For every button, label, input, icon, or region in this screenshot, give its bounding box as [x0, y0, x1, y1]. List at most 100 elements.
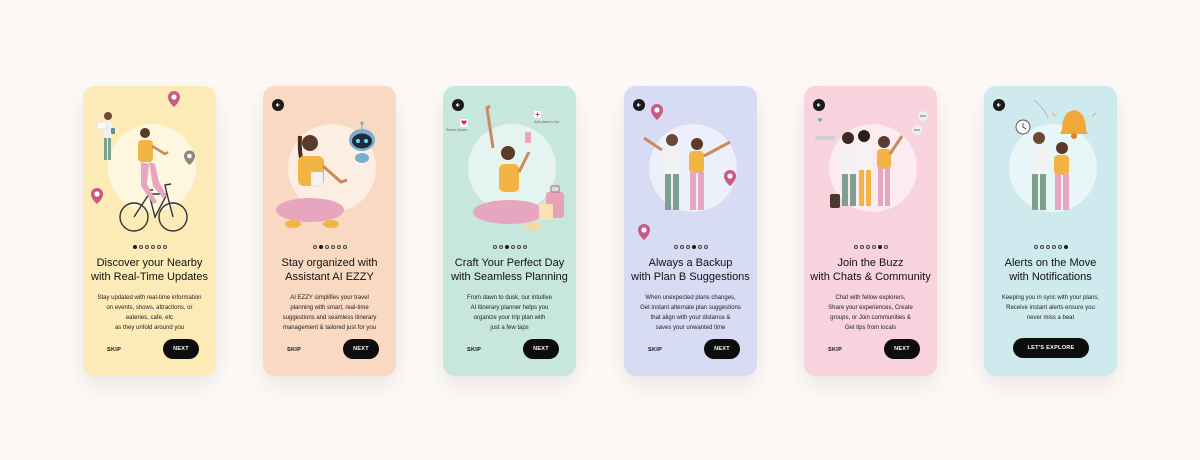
- pagination-dots: [804, 245, 937, 249]
- heart-icon: [460, 119, 468, 127]
- screen-description: When unexpected plans changes, Get insta…: [640, 295, 741, 331]
- onboarding-card-plan-b: Always a Backup with Plan B Suggestions …: [624, 86, 757, 376]
- couple-cheering-figure: [643, 134, 731, 210]
- illustration-plan-b: [624, 86, 757, 246]
- page-dot-2[interactable]: [1039, 245, 1044, 249]
- screen-title: Discover your Nearby with Real-Time Upda…: [91, 257, 208, 283]
- page-dot-5[interactable]: [697, 245, 702, 249]
- onboarding-card-plan-day: Saved places Add place to list Craft You…: [443, 86, 576, 376]
- page-dot-6[interactable]: [1063, 245, 1068, 249]
- location-pin-icon: [638, 224, 650, 240]
- plus-icon: [534, 111, 541, 118]
- illustration-assistant: [263, 86, 396, 246]
- suitcase-icon: [539, 185, 564, 220]
- pagination-dots: [984, 245, 1117, 249]
- screen-description: Chat with fellow explorers, Share your e…: [828, 295, 913, 331]
- location-pin-icon: [168, 91, 180, 107]
- page-dot-3[interactable]: [1045, 245, 1050, 249]
- woman-with-tablet-figure: [276, 135, 348, 228]
- woman-cyclist-figure: [138, 128, 169, 204]
- pagination-dots: [263, 245, 396, 249]
- clock-icon: [1015, 119, 1031, 135]
- page-dot-5[interactable]: [156, 245, 161, 249]
- page-dot-6[interactable]: [883, 245, 888, 249]
- screen-title: Alerts on the Move with Notifications: [1004, 257, 1097, 283]
- page-dot-1[interactable]: [1033, 245, 1038, 249]
- page-dot-1[interactable]: [312, 245, 317, 249]
- illustration-discover: [83, 86, 216, 246]
- page-dot-6[interactable]: [522, 245, 527, 249]
- woman-selfie-figure: [473, 104, 545, 230]
- onboarding-card-community: Join the Buzz with Chats & Community Cha…: [804, 86, 937, 376]
- page-dot-4[interactable]: [510, 245, 515, 249]
- page-dot-4[interactable]: [871, 245, 876, 249]
- skip-button[interactable]: SKIP: [107, 347, 121, 353]
- page-dot-4[interactable]: [1051, 245, 1056, 249]
- chat-bubble-icon: [815, 118, 835, 140]
- page-dot-2[interactable]: [679, 245, 684, 249]
- screen-description: Stay updated with real-time information …: [97, 295, 202, 331]
- skip-button[interactable]: SKIP: [648, 347, 662, 353]
- page-dot-3[interactable]: [685, 245, 690, 249]
- couple-with-phones-figure: [1031, 132, 1069, 210]
- page-dot-3[interactable]: [144, 245, 149, 249]
- onboarding-showcase: { "colors": { "card1": "#fcebb6", "card2…: [0, 0, 1200, 460]
- onboarding-card-assistant: Stay organized with Assistant AI EZZY AI…: [263, 86, 396, 376]
- screen-description: From dawn to dusk, our intuitive AI itin…: [466, 295, 553, 331]
- screen-title: Always a Backup with Plan B Suggestions: [631, 257, 750, 283]
- page-dot-5[interactable]: [516, 245, 521, 249]
- page-dot-4[interactable]: [691, 245, 696, 249]
- page-dot-6[interactable]: [342, 245, 347, 249]
- next-button[interactable]: NEXT: [704, 339, 740, 359]
- saved-places-label: Saved places: [446, 128, 468, 132]
- illustration-alerts: [984, 86, 1117, 246]
- page-dot-2[interactable]: [859, 245, 864, 249]
- onboarding-card-discover: Discover your Nearby with Real-Time Upda…: [83, 86, 216, 376]
- page-dot-6[interactable]: [703, 245, 708, 249]
- skip-button[interactable]: SKIP: [828, 347, 842, 353]
- robot-assistant-icon: [349, 121, 375, 163]
- location-pin-icon: [184, 150, 195, 165]
- pagination-dots: [443, 245, 576, 249]
- friends-group-figure: [830, 130, 904, 208]
- page-dot-3[interactable]: [865, 245, 870, 249]
- page-dot-5[interactable]: [1057, 245, 1062, 249]
- pagination-dots: [83, 245, 216, 249]
- location-pin-icon: [651, 104, 663, 120]
- page-dot-2[interactable]: [318, 245, 323, 249]
- page-dot-1[interactable]: [853, 245, 858, 249]
- illustration-plan-day: Saved places Add place to list: [443, 86, 576, 246]
- page-dot-5[interactable]: [877, 245, 882, 249]
- page-dot-4[interactable]: [150, 245, 155, 249]
- page-dot-5[interactable]: [336, 245, 341, 249]
- location-pin-icon: [91, 188, 103, 204]
- screen-description: Keeping you in sync with your plans, Rec…: [1001, 295, 1100, 321]
- chat-bubble-icon: [912, 111, 928, 135]
- next-button[interactable]: NEXT: [343, 339, 379, 359]
- page-dot-3[interactable]: [504, 245, 509, 249]
- page-dot-3[interactable]: [324, 245, 329, 249]
- screen-description: AI EZZY simplifies your travel planning …: [282, 295, 377, 331]
- page-dot-1[interactable]: [132, 245, 137, 249]
- onboarding-card-alerts: Alerts on the Move with Notifications Ke…: [984, 86, 1117, 376]
- page-dot-2[interactable]: [138, 245, 143, 249]
- illustration-community: [804, 86, 937, 246]
- next-button[interactable]: NEXT: [884, 339, 920, 359]
- page-dot-1[interactable]: [673, 245, 678, 249]
- skip-button[interactable]: SKIP: [467, 347, 481, 353]
- skip-button[interactable]: SKIP: [287, 347, 301, 353]
- man-with-map-figure: [96, 112, 115, 160]
- bicycle-figure: [119, 183, 188, 232]
- bell-icon: [1051, 110, 1097, 139]
- screen-title: Join the Buzz with Chats & Community: [810, 257, 931, 283]
- location-pin-icon: [724, 170, 736, 186]
- next-button[interactable]: NEXT: [523, 339, 559, 359]
- page-dot-4[interactable]: [330, 245, 335, 249]
- page-dot-2[interactable]: [498, 245, 503, 249]
- pagination-dots: [624, 245, 757, 249]
- screen-title: Stay organized with Assistant AI EZZY: [281, 257, 378, 283]
- next-button[interactable]: NEXT: [163, 339, 199, 359]
- page-dot-6[interactable]: [162, 245, 167, 249]
- page-dot-1[interactable]: [492, 245, 497, 249]
- lets-explore-button[interactable]: LET'S EXPLORE: [1013, 338, 1089, 358]
